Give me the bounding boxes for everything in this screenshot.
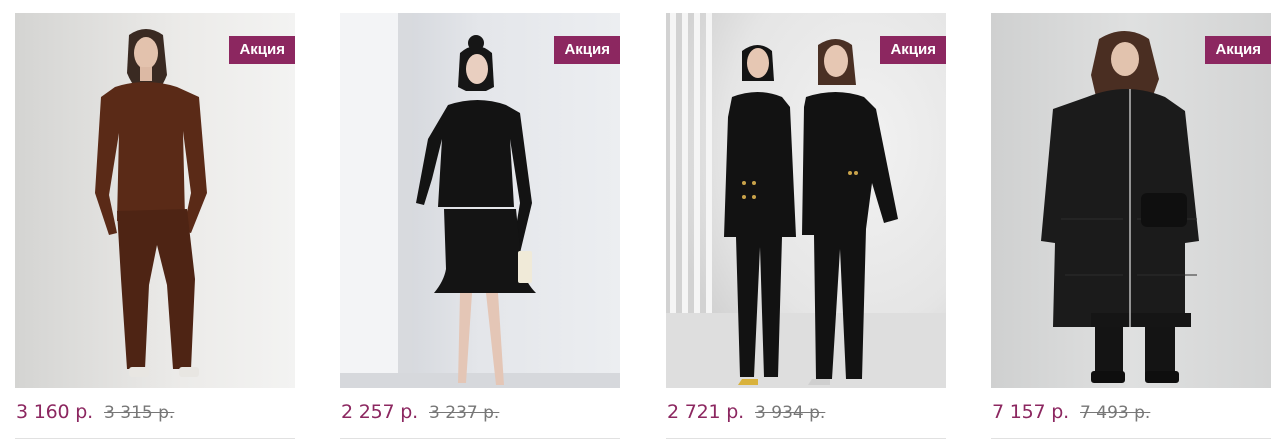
promo-badge: Акция	[554, 36, 620, 64]
price-row: 3 160 р. 3 315 р.	[16, 401, 174, 425]
price-row: 7 157 р. 7 493 р.	[992, 401, 1150, 425]
current-price: 2 721 р.	[667, 401, 744, 423]
current-price: 3 160 р.	[16, 401, 93, 423]
product-image[interactable]: Акция	[340, 13, 620, 388]
product-image[interactable]: Акция	[15, 13, 295, 388]
price-row: 2 721 р. 3 934 р.	[667, 401, 825, 425]
product-grid: Акция 3 160 р. 3 315 р. Акция 2 257 р. 3…	[0, 0, 1280, 441]
product-card[interactable]: Акция 2 721 р. 3 934 р.	[666, 13, 946, 441]
old-price: 3 237 р.	[429, 403, 500, 423]
current-price: 7 157 р.	[992, 401, 1069, 423]
product-card[interactable]: Акция 2 257 р. 3 237 р.	[340, 13, 620, 441]
price-row: 2 257 р. 3 237 р.	[341, 401, 499, 425]
product-image[interactable]: Акция	[666, 13, 946, 388]
product-image[interactable]: Акция	[991, 13, 1271, 388]
divider	[991, 438, 1271, 439]
divider	[340, 438, 620, 439]
current-price: 2 257 р.	[341, 401, 418, 423]
old-price: 7 493 р.	[1080, 403, 1151, 423]
divider	[15, 438, 295, 439]
promo-badge: Акция	[880, 36, 946, 64]
product-card[interactable]: Акция 7 157 р. 7 493 р.	[991, 13, 1271, 441]
product-card[interactable]: Акция 3 160 р. 3 315 р.	[15, 13, 295, 441]
promo-badge: Акция	[1205, 36, 1271, 64]
old-price: 3 934 р.	[755, 403, 826, 423]
divider	[666, 438, 946, 439]
product-photo-brown-tracksuit	[15, 13, 295, 388]
product-photo-black-skirt-suit	[340, 13, 620, 388]
old-price: 3 315 р.	[104, 403, 175, 423]
product-photo-black-puffer-coat	[991, 13, 1271, 388]
promo-badge: Акция	[229, 36, 295, 64]
product-photo-two-black-pantsuits	[666, 13, 946, 388]
